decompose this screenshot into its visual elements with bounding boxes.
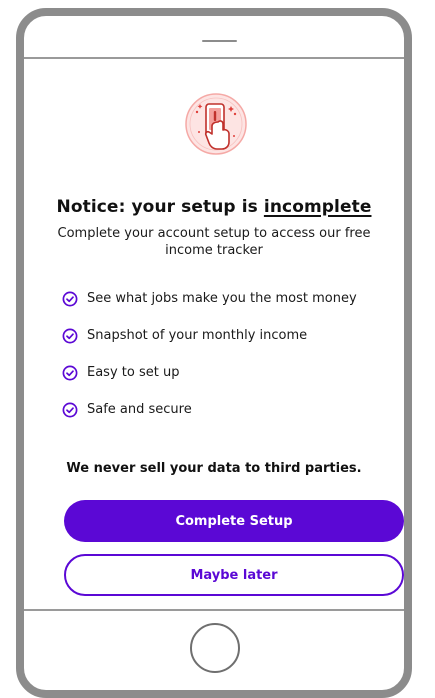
headline-prefix: Notice: your setup is [56,197,264,217]
phone-speaker [202,40,237,42]
maybe-later-button[interactable]: Maybe later [64,554,404,596]
benefit-item: Easy to set up [62,360,394,385]
check-circle-icon [62,402,78,417]
benefit-label: Snapshot of your monthly income [87,328,308,343]
benefits-list: See what jobs make you the most money Sn… [62,286,394,434]
bottom-divider [24,609,404,611]
benefit-label: Easy to set up [87,365,180,380]
phone-alert-hand-icon [185,93,247,155]
benefit-item: Snapshot of your monthly income [62,323,394,348]
home-button[interactable] [190,623,240,673]
notice-screen: Notice: your setup is incomplete Complet… [24,59,404,609]
check-circle-icon [62,365,78,380]
privacy-note: We never sell your data to third parties… [66,461,362,476]
headline-emphasis: incomplete [263,197,372,217]
complete-setup-button[interactable]: Complete Setup [64,500,404,542]
phone-frame: Notice: your setup is incomplete Complet… [16,8,412,698]
benefit-item: See what jobs make you the most money [62,286,394,311]
check-circle-icon [62,291,78,306]
benefit-item: Safe and secure [62,397,394,422]
benefit-label: See what jobs make you the most money [87,291,357,306]
notice-subhead: Complete your account setup to access ou… [57,226,371,258]
check-circle-icon [62,328,78,343]
benefit-label: Safe and secure [87,402,192,417]
notice-headline: Notice: your setup is incomplete [24,197,404,217]
